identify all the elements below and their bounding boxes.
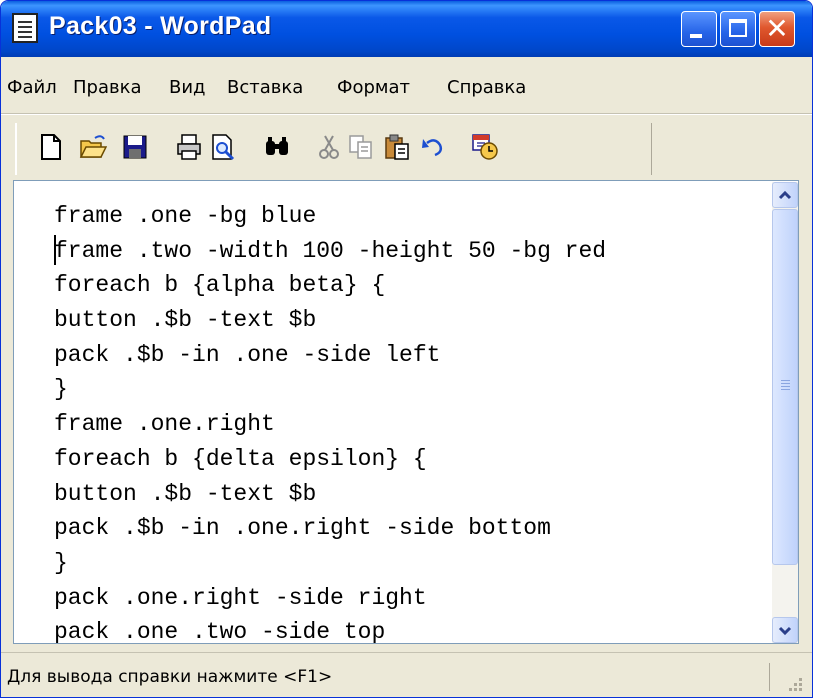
text-line: pack .one.right -side right [54,584,427,611]
menu-format[interactable]: Формат [337,77,410,98]
save-icon[interactable] [121,133,149,161]
title-bar[interactable]: Pack03 - WordPad ✕ [1,1,812,57]
find-icon[interactable] [263,133,291,161]
menu-edit[interactable]: Правка [73,77,142,98]
cut-icon[interactable] [315,133,343,161]
menu-insert[interactable]: Вставка [227,77,303,98]
scroll-up-button[interactable] [772,182,798,208]
print-icon[interactable] [175,133,203,161]
wordpad-window: Pack03 - WordPad ✕ Файл Правка Вид Встав… [0,0,813,698]
window-title: Pack03 - WordPad [49,12,272,40]
undo-icon[interactable] [419,133,447,161]
text-line: } [54,376,68,403]
menu-bar: Файл Правка Вид Вставка Формат Справка [1,57,812,114]
resize-grip-icon[interactable] [784,673,804,693]
open-icon[interactable] [79,133,107,161]
text-line: pack .$b -in .one -side left [54,341,441,368]
text-caret [54,235,56,265]
copy-icon[interactable] [347,133,375,161]
document-text[interactable]: frame .one -bg blue frame .two -width 100… [54,199,607,644]
text-line: pack .one .two -side top [54,619,386,644]
text-line: pack .$b -in .one.right -side bottom [54,515,551,542]
minimize-icon [690,34,702,38]
status-bar: Для вывода справки нажмите <F1> [1,652,812,697]
text-line: button .$b -text $b [54,480,317,507]
status-text: Для вывода справки нажмите <F1> [7,667,333,687]
scroll-down-button[interactable] [772,617,798,643]
text-line: frame .two -width 100 -height 50 -bg red [54,237,607,264]
toolbar [1,114,812,181]
chevron-down-icon [778,626,792,636]
print-preview-icon[interactable] [209,133,237,161]
menu-view[interactable]: Вид [169,77,206,98]
status-separator [769,663,770,691]
new-icon[interactable] [37,133,65,161]
text-line: frame .one -bg blue [54,203,317,229]
close-icon: ✕ [765,12,789,45]
text-line: foreach b {delta epsilon} { [54,445,427,472]
text-line: button .$b -text $b [54,307,317,334]
chevron-up-icon [778,190,792,200]
vertical-scrollbar[interactable] [772,182,798,643]
maximize-icon [729,19,747,37]
document-editor[interactable]: frame .one -bg blue frame .two -width 100… [13,180,799,644]
scroll-thumb[interactable] [772,209,798,565]
paste-icon[interactable] [383,133,411,161]
text-line: foreach b {alpha beta} { [54,272,386,299]
menu-help[interactable]: Справка [447,77,526,98]
text-line: } [54,549,68,576]
close-button[interactable]: ✕ [759,11,795,47]
wordpad-app-icon[interactable] [12,13,38,43]
minimize-button[interactable] [681,11,717,47]
menu-file[interactable]: Файл [7,77,57,98]
maximize-button[interactable] [720,11,756,47]
insert-date-time-icon[interactable] [471,133,499,161]
text-line: frame .one.right [54,411,275,438]
